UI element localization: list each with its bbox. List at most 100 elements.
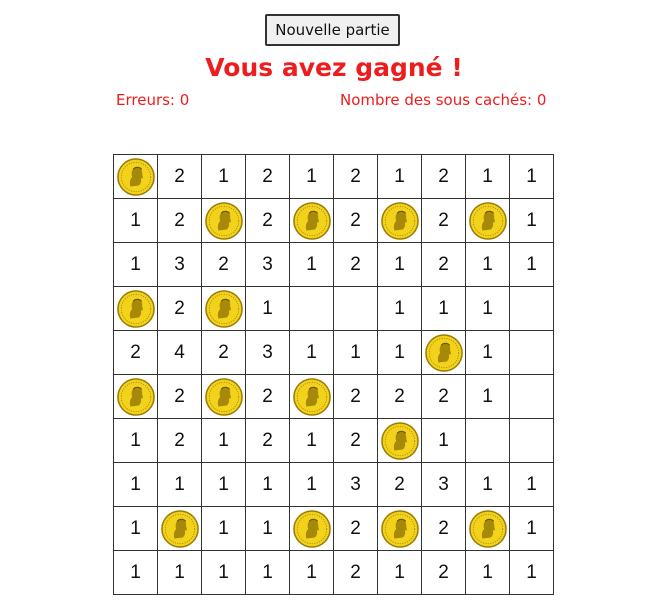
board-cell[interactable]: 3 bbox=[157, 242, 202, 287]
board-cell[interactable]: 1 bbox=[465, 286, 510, 331]
board-cell[interactable]: 1 bbox=[113, 198, 158, 243]
board-cell[interactable] bbox=[421, 330, 466, 375]
board-cell[interactable]: 1 bbox=[509, 154, 554, 199]
board-cell[interactable]: 1 bbox=[113, 462, 158, 507]
board-cell[interactable]: 2 bbox=[333, 506, 378, 551]
board-cell[interactable] bbox=[333, 286, 378, 331]
board-cell[interactable]: 4 bbox=[157, 330, 202, 375]
board-cell[interactable]: 1 bbox=[113, 242, 158, 287]
board-cell[interactable]: 1 bbox=[465, 550, 510, 595]
board-cell[interactable]: 1 bbox=[113, 418, 158, 463]
board-cell[interactable]: 2 bbox=[377, 374, 422, 419]
board-cell[interactable]: 1 bbox=[289, 462, 334, 507]
board-cell[interactable]: 3 bbox=[245, 242, 290, 287]
new-game-button[interactable]: Nouvelle partie bbox=[265, 14, 400, 46]
board-cell[interactable] bbox=[509, 330, 554, 375]
board-cell[interactable]: 1 bbox=[509, 462, 554, 507]
board-cell[interactable]: 1 bbox=[113, 550, 158, 595]
board-cell[interactable]: 1 bbox=[245, 462, 290, 507]
board-cell[interactable]: 2 bbox=[377, 462, 422, 507]
board-cell[interactable]: 3 bbox=[333, 462, 378, 507]
board-cell[interactable]: 1 bbox=[465, 374, 510, 419]
board-cell[interactable]: 1 bbox=[509, 550, 554, 595]
board-cell[interactable]: 1 bbox=[465, 242, 510, 287]
board-cell[interactable]: 1 bbox=[245, 506, 290, 551]
board-cell[interactable] bbox=[113, 154, 158, 199]
board-cell[interactable]: 1 bbox=[201, 506, 246, 551]
board-cell[interactable]: 1 bbox=[509, 242, 554, 287]
board-cell[interactable]: 1 bbox=[421, 286, 466, 331]
board-cell[interactable]: 1 bbox=[201, 418, 246, 463]
board-cell[interactable]: 1 bbox=[289, 330, 334, 375]
board-cell[interactable]: 2 bbox=[157, 286, 202, 331]
board-cell[interactable]: 1 bbox=[421, 418, 466, 463]
board-cell[interactable]: 2 bbox=[421, 154, 466, 199]
board-cell[interactable]: 1 bbox=[333, 330, 378, 375]
board-cell[interactable] bbox=[377, 506, 422, 551]
board-cell[interactable]: 1 bbox=[377, 154, 422, 199]
board-cell[interactable] bbox=[289, 374, 334, 419]
board-cell[interactable]: 1 bbox=[377, 330, 422, 375]
board-cell[interactable] bbox=[201, 198, 246, 243]
board-cell[interactable]: 2 bbox=[333, 242, 378, 287]
board-cell[interactable]: 1 bbox=[377, 550, 422, 595]
board-cell[interactable]: 2 bbox=[245, 154, 290, 199]
board-cell[interactable]: 1 bbox=[465, 462, 510, 507]
board-cell[interactable]: 1 bbox=[465, 154, 510, 199]
board-cell[interactable]: 2 bbox=[333, 550, 378, 595]
board-cell[interactable] bbox=[113, 286, 158, 331]
board-cell[interactable]: 2 bbox=[333, 374, 378, 419]
board-cell[interactable]: 1 bbox=[377, 286, 422, 331]
board-cell[interactable]: 2 bbox=[157, 198, 202, 243]
board-cell[interactable]: 2 bbox=[421, 550, 466, 595]
board-cell[interactable]: 2 bbox=[421, 242, 466, 287]
board-cell[interactable]: 2 bbox=[421, 506, 466, 551]
board-cell[interactable]: 1 bbox=[289, 418, 334, 463]
board-cell[interactable]: 2 bbox=[333, 154, 378, 199]
board-cell[interactable] bbox=[465, 418, 510, 463]
board-cell[interactable] bbox=[509, 374, 554, 419]
board-cell[interactable]: 1 bbox=[509, 198, 554, 243]
board-cell[interactable] bbox=[465, 198, 510, 243]
board-cell[interactable]: 2 bbox=[245, 198, 290, 243]
board-cell[interactable]: 2 bbox=[157, 374, 202, 419]
board-cell[interactable]: 1 bbox=[465, 330, 510, 375]
board-cell[interactable] bbox=[289, 198, 334, 243]
board-cell[interactable] bbox=[113, 374, 158, 419]
board-cell[interactable]: 2 bbox=[421, 198, 466, 243]
board-cell[interactable] bbox=[509, 286, 554, 331]
board-cell[interactable]: 2 bbox=[157, 418, 202, 463]
board-cell[interactable]: 1 bbox=[289, 550, 334, 595]
board-cell[interactable]: 1 bbox=[157, 550, 202, 595]
board-cell[interactable]: 2 bbox=[421, 374, 466, 419]
board-cell[interactable]: 3 bbox=[245, 330, 290, 375]
board-cell[interactable] bbox=[377, 198, 422, 243]
board-cell[interactable]: 2 bbox=[157, 154, 202, 199]
board-cell[interactable]: 2 bbox=[113, 330, 158, 375]
board-cell[interactable]: 2 bbox=[333, 418, 378, 463]
board-cell[interactable]: 2 bbox=[245, 374, 290, 419]
board-cell[interactable]: 3 bbox=[421, 462, 466, 507]
board-cell[interactable]: 2 bbox=[201, 242, 246, 287]
board-cell[interactable]: 2 bbox=[245, 418, 290, 463]
board-cell[interactable] bbox=[465, 506, 510, 551]
board-cell[interactable]: 1 bbox=[245, 550, 290, 595]
board-cell[interactable]: 1 bbox=[289, 154, 334, 199]
board-cell[interactable] bbox=[201, 286, 246, 331]
board-cell[interactable]: 1 bbox=[157, 462, 202, 507]
board-cell[interactable]: 2 bbox=[333, 198, 378, 243]
board-cell[interactable]: 1 bbox=[289, 242, 334, 287]
board-cell[interactable]: 1 bbox=[201, 462, 246, 507]
board-cell[interactable]: 1 bbox=[377, 242, 422, 287]
board-cell[interactable] bbox=[289, 506, 334, 551]
board-cell[interactable]: 2 bbox=[201, 330, 246, 375]
board-cell[interactable]: 1 bbox=[509, 506, 554, 551]
board-cell[interactable]: 1 bbox=[245, 286, 290, 331]
board-cell[interactable]: 1 bbox=[201, 154, 246, 199]
board-cell[interactable] bbox=[289, 286, 334, 331]
board-cell[interactable] bbox=[157, 506, 202, 551]
board-cell[interactable] bbox=[509, 418, 554, 463]
board-cell[interactable]: 1 bbox=[113, 506, 158, 551]
board-cell[interactable] bbox=[201, 374, 246, 419]
board-cell[interactable] bbox=[377, 418, 422, 463]
